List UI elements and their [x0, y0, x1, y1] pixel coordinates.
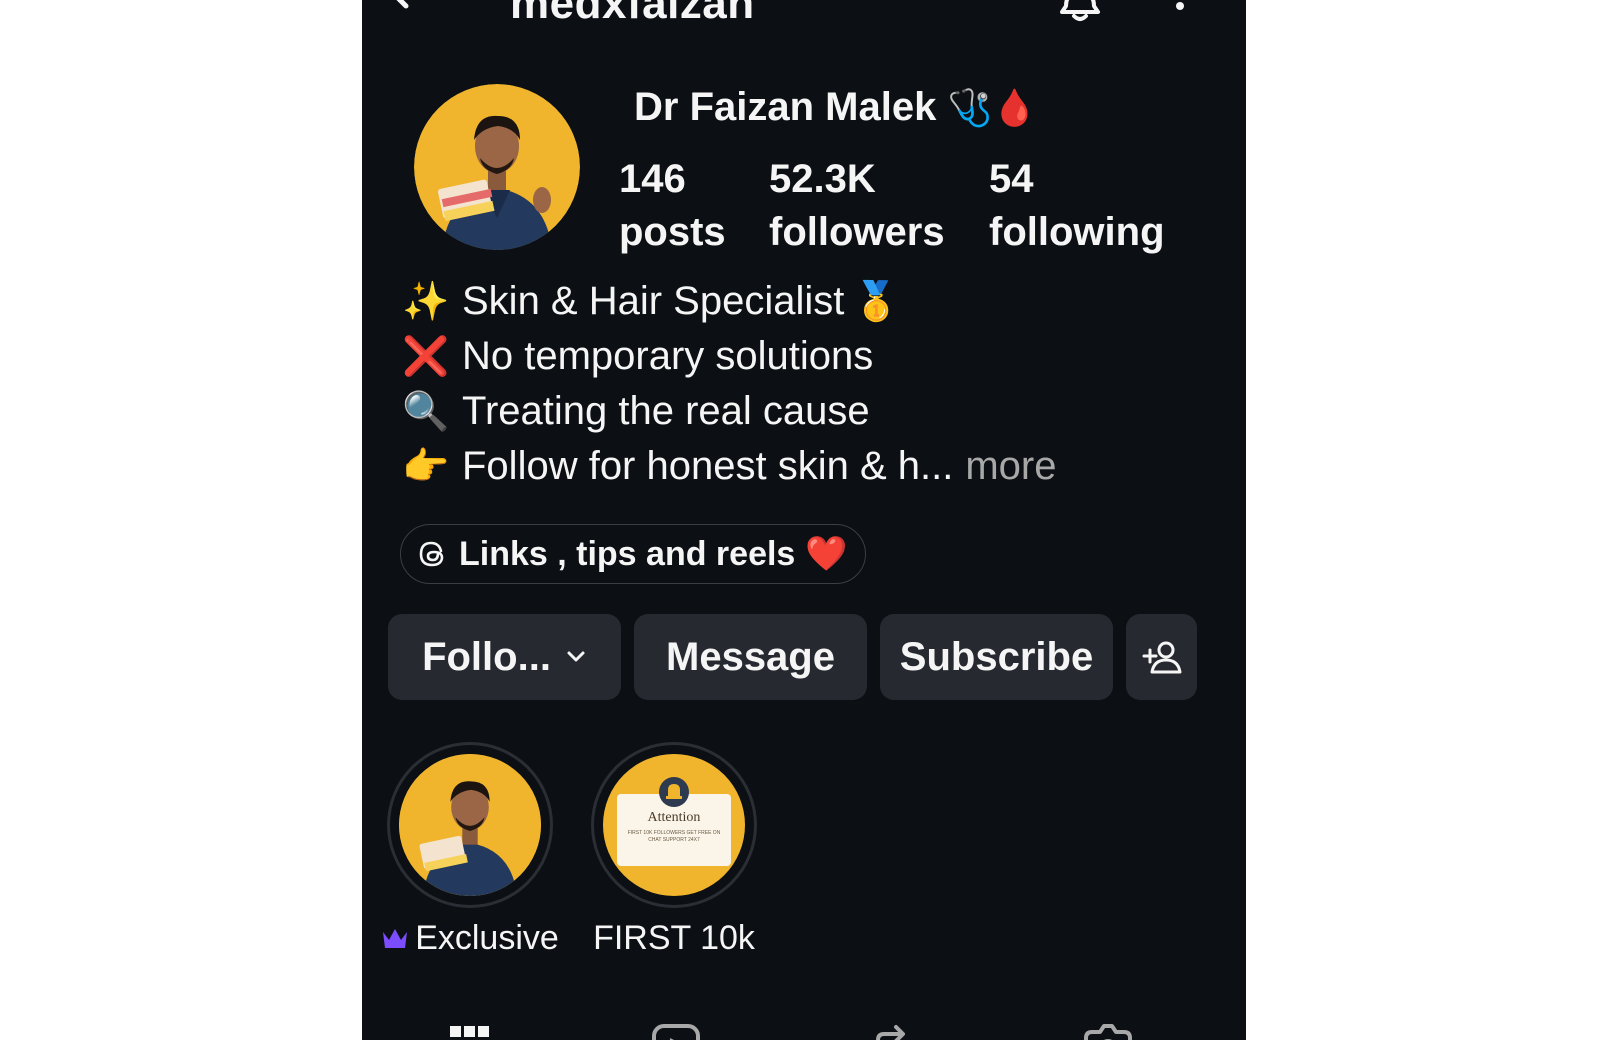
bio-line: ✨ Skin & Hair Specialist 🥇 [400, 274, 1056, 329]
stat-posts-label: posts [619, 210, 726, 254]
top-bar: medxfaizan [362, 0, 1246, 40]
highlight-label-text: FIRST 10k [593, 919, 755, 957]
crown-icon [383, 929, 408, 948]
bio-line: ❌ No temporary solutions [400, 329, 1056, 384]
tagged-tab-icon[interactable] [1082, 1024, 1134, 1040]
bio-line: 👉 Follow for honest skin & h... more [400, 439, 1056, 494]
profile-avatar[interactable] [414, 84, 580, 250]
highlight-label: Exclusive [370, 918, 570, 958]
stat-posts-count: 146 [619, 157, 686, 201]
highlight-ring [387, 742, 553, 908]
add-person-icon [1142, 641, 1181, 674]
threads-link-button[interactable]: Links , tips and reels ❤️ [400, 524, 866, 584]
highlight-first-10k[interactable]: Attention FIRST 10K FOLLOWERS GET FREE O… [574, 742, 774, 958]
stat-following[interactable]: 54 following [989, 154, 1165, 260]
message-button[interactable]: Message [634, 614, 867, 700]
grid-tab-icon[interactable] [444, 1024, 496, 1040]
subscribe-button[interactable]: Subscribe [880, 614, 1113, 700]
attention-text: FIRST 10K FOLLOWERS GET FREE ON CHAT SUP… [627, 830, 721, 843]
bio-line: 🔍 Treating the real cause [400, 384, 1056, 439]
attention-title: Attention [647, 810, 701, 825]
highlight-cover-image [399, 754, 541, 896]
bell-badge-icon [659, 777, 689, 807]
medal-icon: 🥇 [852, 279, 901, 323]
sparkles-icon: ✨ [402, 279, 450, 323]
profile-username: medxfaizan [510, 0, 755, 28]
more-options-icon[interactable] [1172, 0, 1188, 22]
stat-followers-count: 52.3K [769, 157, 876, 201]
stat-following-count: 54 [989, 157, 1034, 201]
highlight-exclusive[interactable]: Exclusive [370, 742, 570, 958]
message-button-label: Message [666, 634, 835, 679]
following-button-label: Follo... [422, 634, 551, 679]
notification-bell-icon[interactable] [1056, 0, 1104, 24]
back-arrow-icon[interactable] [388, 0, 444, 20]
highlight-cover-image: Attention FIRST 10K FOLLOWERS GET FREE O… [603, 754, 745, 896]
highlight-label-text: Exclusive [415, 919, 559, 957]
heart-icon: ❤️ [805, 534, 848, 574]
stat-posts[interactable]: 146 posts [619, 154, 726, 260]
stat-following-label: following [989, 210, 1165, 254]
bio-line-text: Treating the real cause [462, 389, 870, 433]
stat-followers-label: followers [769, 210, 945, 254]
add-user-button[interactable] [1126, 614, 1197, 700]
profile-bio: ✨ Skin & Hair Specialist 🥇 ❌ No temporar… [400, 274, 1056, 494]
threads-icon [419, 541, 444, 567]
profile-screen: medxfaizan Dr Faizan Malek 🩺🩸 146 posts … [362, 0, 1246, 1040]
subscribe-button-label: Subscribe [899, 634, 1094, 679]
reposts-tab-icon[interactable] [866, 1024, 918, 1040]
bio-more-link[interactable]: more [965, 439, 1056, 494]
stat-followers[interactable]: 52.3K followers [769, 154, 945, 260]
pointing-hand-icon: 👉 [402, 444, 450, 488]
following-dropdown-button[interactable]: Follo... [388, 614, 621, 700]
cross-mark-icon: ❌ [402, 334, 450, 378]
link-text: Links , tips and reels [459, 534, 796, 573]
magnifier-icon: 🔍 [402, 389, 450, 433]
bio-line-text: Follow for honest skin & h... [462, 444, 954, 488]
display-name-text: Dr Faizan Malek [634, 85, 937, 129]
bio-line-text: Skin & Hair Specialist [462, 279, 845, 323]
display-name-emoji: 🩺🩸 [947, 88, 1038, 129]
highlight-ring: Attention FIRST 10K FOLLOWERS GET FREE O… [591, 742, 757, 908]
profile-display-name: Dr Faizan Malek 🩺🩸 [634, 82, 1037, 134]
highlight-label: FIRST 10k [574, 918, 774, 958]
chevron-down-icon [567, 651, 585, 662]
bio-line-text: No temporary solutions [462, 334, 874, 378]
reels-tab-icon[interactable] [650, 1024, 702, 1040]
